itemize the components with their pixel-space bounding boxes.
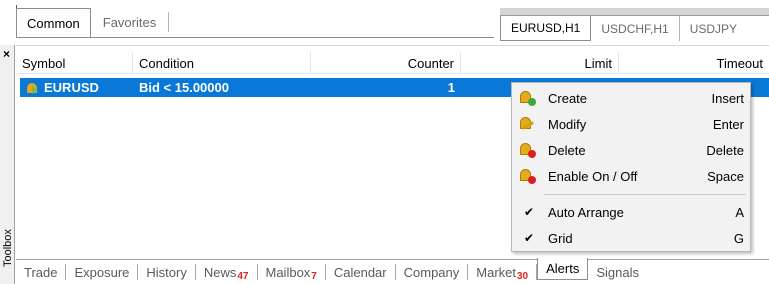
menu-item-shortcut: G [733, 230, 744, 246]
chart-tab-label: USDCHF,H1 [601, 21, 669, 36]
tab-label: Alerts [546, 261, 580, 276]
column-header-symbol[interactable]: Symbol [16, 52, 133, 74]
column-label: Timeout [716, 55, 763, 71]
alert-modify-icon [520, 116, 536, 132]
cell-symbol: EURUSD [20, 78, 133, 97]
alert-create-icon [520, 90, 536, 106]
menu-item-delete[interactable]: Delete Delete [512, 137, 750, 163]
menu-item-shortcut: Insert [711, 90, 744, 106]
column-header-timeout[interactable]: Timeout [619, 52, 769, 74]
tab-signals[interactable]: Signals [588, 264, 647, 280]
tab-label: History [146, 264, 187, 280]
tab-label: Trade [24, 264, 58, 280]
condition-value: Bid < 15.00000 [139, 80, 229, 95]
alert-toggle-icon [520, 168, 536, 184]
tab-history[interactable]: History [138, 264, 196, 280]
cell-condition: Bid < 15.00000 [133, 78, 311, 97]
menu-item-grid[interactable]: ✔ Grid G [512, 225, 750, 251]
tab-alerts[interactable]: Alerts [537, 258, 589, 280]
tab-news[interactable]: News 47 [196, 264, 258, 282]
toolbox-tabs: Trade Exposure History News 47 Mailbox 7 C… [16, 258, 769, 284]
tab-exposure[interactable]: Exposure [66, 264, 139, 280]
navigator-tabs: Common Favorites [16, 8, 170, 38]
chart-tab-label: EURUSD,H1 [511, 21, 581, 35]
menu-item-label: Auto Arrange [548, 204, 624, 220]
alert-delete-icon [520, 142, 536, 158]
top-strip: Common Favorites EURUSD,H1 USDCHF,H1 USD… [0, 0, 769, 45]
menu-item-enable-toggle[interactable]: Enable On / Off Space [512, 163, 750, 189]
tab-mailbox[interactable]: Mailbox 7 [258, 264, 326, 282]
tab-label: Signals [596, 264, 639, 280]
column-header-limit[interactable]: Limit [461, 52, 619, 74]
menu-item-shortcut: Delete [706, 142, 744, 158]
column-label: Limit [584, 55, 612, 71]
tab-label: News [203, 264, 237, 280]
tab-label: Calendar [333, 264, 387, 280]
menu-item-auto-arrange[interactable]: ✔ Auto Arrange A [512, 199, 750, 225]
tab-favorites-label: Favorites [102, 14, 157, 30]
tab-label: Company [403, 264, 460, 280]
menu-item-label: Grid [548, 230, 573, 246]
menu-item-create[interactable]: Create Insert [512, 85, 750, 111]
counter-value: 1 [447, 80, 455, 95]
news-count-badge: 47 [237, 270, 249, 282]
tab-common[interactable]: Common [16, 8, 91, 38]
menu-item-shortcut: Space [707, 168, 744, 184]
tab-common-label: Common [27, 15, 80, 31]
chart-tabs: EURUSD,H1 USDCHF,H1 USDJPY [500, 16, 769, 41]
chart-tab-usdchf[interactable]: USDCHF,H1 [591, 16, 680, 41]
chart-tab-label: USDJPY [689, 21, 738, 36]
menu-separator [544, 194, 746, 195]
chart-tab-eurusd[interactable]: EURUSD,H1 [500, 16, 592, 41]
column-header-counter[interactable]: Counter [311, 52, 461, 74]
tab-market[interactable]: Market 30 [468, 264, 538, 282]
close-icon[interactable]: × [3, 47, 10, 61]
chart-tab-usdjpy[interactable]: USDJPY [680, 16, 747, 41]
checkmark-icon: ✔ [524, 205, 535, 219]
checkmark-icon: ✔ [524, 231, 535, 245]
tab-calendar[interactable]: Calendar [326, 264, 396, 280]
tab-trade[interactable]: Trade [16, 264, 67, 280]
menu-item-label: Create [548, 90, 588, 106]
chart-area-edge [500, 8, 769, 16]
column-label: Condition [139, 55, 194, 71]
mailbox-count-badge: 7 [311, 270, 317, 282]
toolbox-title: Toolbox [2, 229, 14, 267]
tab-label: Market [476, 264, 516, 280]
menu-item-modify[interactable]: Modify Enter [512, 111, 750, 137]
column-header-condition[interactable]: Condition [133, 52, 311, 74]
menu-item-label: Delete [548, 142, 586, 158]
alerts-table-header: Symbol Condition Counter Limit Timeout [16, 52, 769, 74]
tab-company[interactable]: Company [396, 264, 469, 280]
cell-counter: 1 [311, 78, 461, 97]
menu-item-label: Modify [548, 116, 587, 132]
navigator-divider [16, 37, 494, 38]
menu-item-shortcut: Enter [712, 116, 744, 132]
toolbox-sidebar: × Toolbox [0, 45, 15, 284]
alert-enabled-icon [26, 81, 40, 95]
tab-favorites[interactable]: Favorites [91, 12, 170, 32]
column-label: Counter [407, 55, 454, 71]
menu-item-shortcut: A [735, 204, 744, 220]
menu-item-label: Enable On / Off [548, 168, 638, 184]
market-count-badge: 30 [517, 270, 529, 282]
tab-label: Exposure [74, 264, 130, 280]
symbol-value: EURUSD [44, 80, 99, 95]
context-menu: Create Insert Modify Enter Delete Delete… [511, 82, 751, 252]
column-label: Symbol [22, 55, 66, 71]
tab-label: Mailbox [265, 264, 311, 280]
